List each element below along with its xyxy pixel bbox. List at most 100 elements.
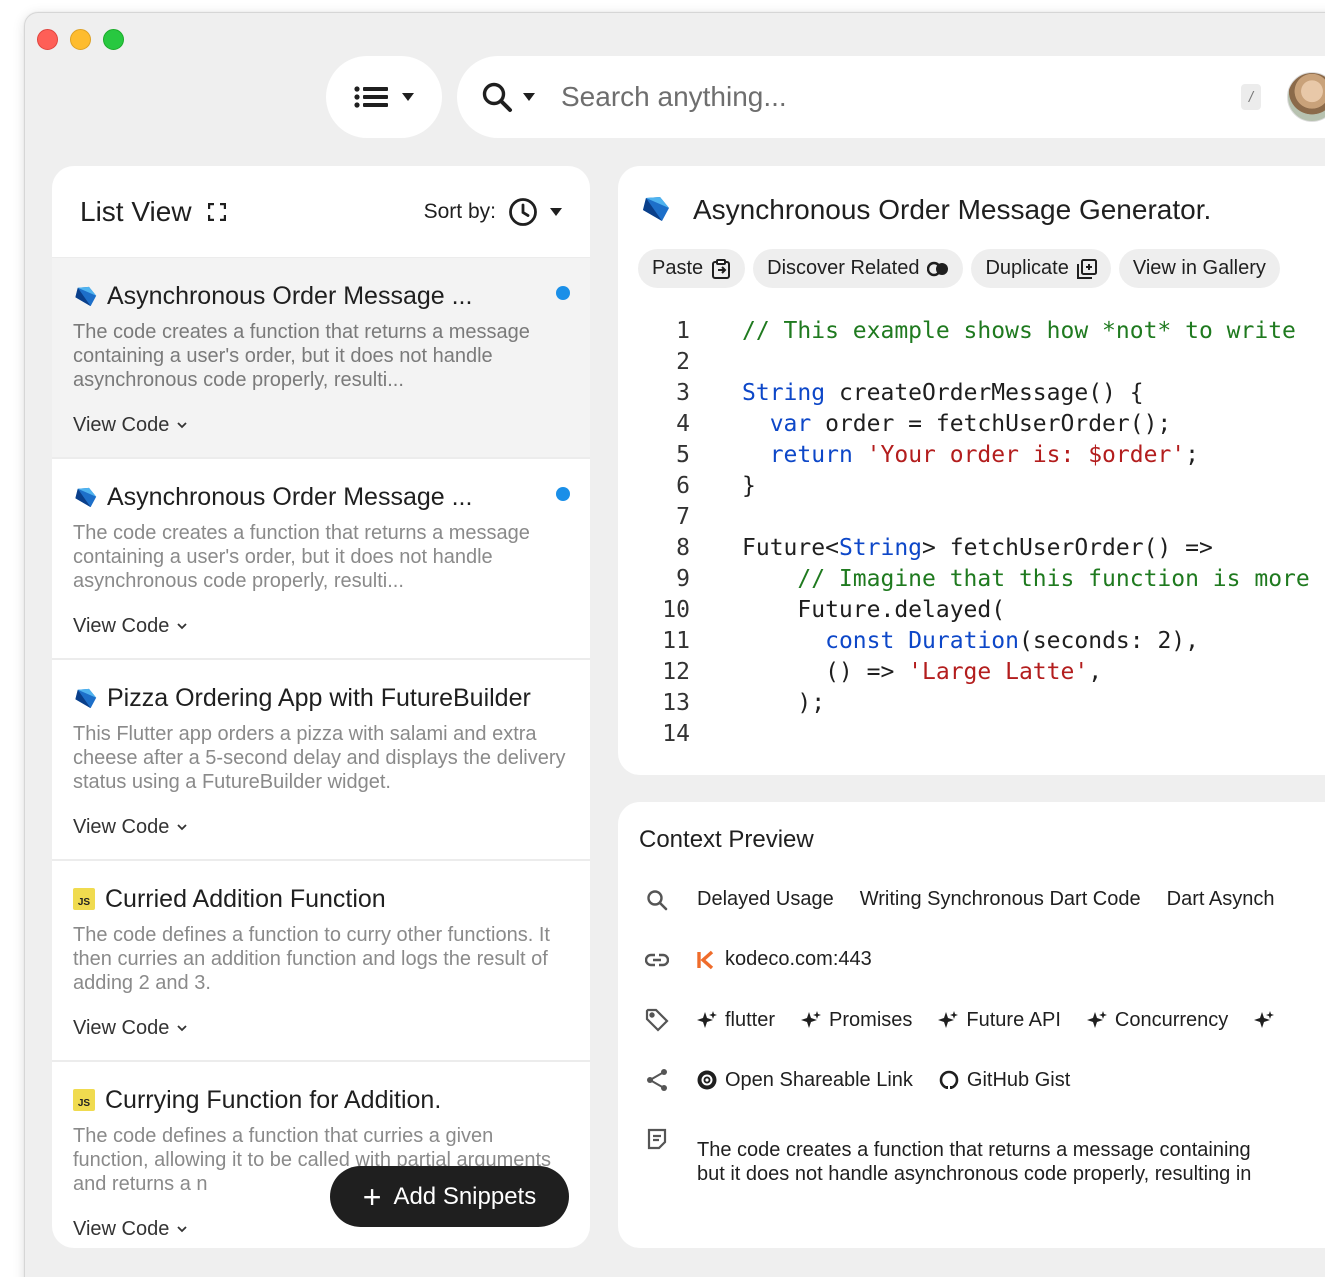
app-window: / List View Sort by: Asynchronous Order … [24,12,1325,1277]
svg-text:JS: JS [78,1098,91,1109]
chevron-down-icon [177,1226,187,1233]
snippet-item-description: The code creates a function that returns… [73,522,530,592]
paste-button[interactable]: Paste [638,249,746,288]
snippet-list-item[interactable]: Pizza Ordering App with FutureBuilder Thi… [52,660,590,861]
sparkle-icon [801,1011,822,1028]
caret-down-icon [402,93,414,101]
dart-logo-icon [73,688,97,709]
search-scope-button[interactable] [481,81,535,113]
unread-indicator [556,487,570,501]
view-mode-toggle[interactable] [326,56,442,138]
snippet-item-description: The code creates a function that returns… [73,321,530,391]
list-title: List View [80,195,192,227]
source-row: kodeco.com:443 [645,948,872,971]
clock-icon [509,197,537,226]
line-number: 13 [662,690,690,716]
tag-chip[interactable]: Future API [938,1009,1061,1032]
sort-control[interactable]: Sort by: [424,197,562,227]
zoom-window-button[interactable] [103,29,124,50]
line-number: 7 [676,504,690,530]
snippet-detail-panel: Asynchronous Order Message Generator. Pa… [618,166,1325,775]
related-search-link[interactable]: Dart Asynch [1167,888,1275,911]
related-searches: Delayed Usage Writing Synchronous Dart Co… [697,888,1274,911]
snippet-list-item[interactable]: Asynchronous Order Message ... The code c… [52,258,590,459]
code-line: 4 var order = fetchUserOrder(); [618,409,1310,440]
code-line: 2 [618,347,1310,378]
line-number: 12 [662,659,690,685]
chevron-down-icon [177,824,187,831]
view-in-gallery-button[interactable]: View in Gallery [1118,249,1280,288]
sparkle-icon [1254,1011,1275,1028]
source-link[interactable]: kodeco.com:443 [725,948,872,971]
link-icon [645,953,669,967]
code-text: // This example shows how *not* to write [742,318,1296,344]
view-code-toggle[interactable]: View Code [73,1017,568,1040]
chevron-down-icon [177,623,187,630]
overlap-circles-icon [927,261,949,276]
add-snippets-button[interactable]: + Add Snippets [330,1166,569,1227]
snippet-list-item[interactable]: Asynchronous Order Message ... The code c… [52,459,590,660]
tag-chip[interactable]: flutter [697,1009,775,1032]
tag-chip[interactable]: Concurrency [1086,1009,1228,1032]
minimize-window-button[interactable] [70,29,91,50]
expand-icon[interactable] [207,202,226,221]
kodeco-logo-icon [697,950,714,969]
line-number: 3 [676,380,690,406]
line-number: 10 [662,597,690,623]
code-line: 9 // Imagine that this function is more [618,564,1310,595]
github-icon [939,1070,959,1090]
list-header: List View Sort by: [52,166,590,258]
related-searches-row: Delayed Usage Writing Synchronous Dart Co… [645,888,1274,911]
open-shareable-link[interactable]: Open Shareable Link [697,1069,913,1092]
code-line: 8 Future<String> fetchUserOrder() => [618,533,1310,564]
tag-icon [645,1008,669,1032]
user-avatar[interactable] [1287,72,1325,122]
share-row: Open Shareable Link GitHub Gist [645,1068,1070,1092]
snippet-list: Asynchronous Order Message ... The code c… [52,258,590,1248]
duplicate-button[interactable]: Duplicate [971,249,1111,288]
code-text: String createOrderMessage() { [742,380,1144,406]
view-code-toggle[interactable]: View Code [73,615,568,638]
github-gist-link[interactable]: GitHub Gist [939,1069,1070,1092]
code-text: () => 'Large Latte', [742,659,1103,685]
code-line: 12 () => 'Large Latte', [618,657,1310,688]
discover-related-button[interactable]: Discover Related [753,249,964,288]
code-line: 14 [618,719,1310,750]
line-number: 14 [662,721,690,747]
close-window-button[interactable] [37,29,58,50]
add-snippets-label: Add Snippets [393,1182,537,1210]
svg-text:JS: JS [78,897,91,908]
line-number: 2 [676,349,690,375]
search-icon [482,82,512,112]
search-input[interactable] [561,81,1181,113]
view-code-toggle[interactable]: View Code [73,816,568,839]
snippet-list-item[interactable]: JS Curried Addition Function The code defi… [52,861,590,1062]
code-block[interactable]: 1 // This example shows how *not* to writ… [618,316,1310,750]
line-number: 6 [676,473,690,499]
code-text: var order = fetchUserOrder(); [769,411,1172,437]
code-text: Future.delayed( [742,597,1006,623]
dart-logo-icon [640,196,670,227]
snippet-item-description: The code defines a function to curry oth… [73,924,550,994]
snippet-item-title: Curried Addition Function [105,884,386,913]
tags-row: flutter Promises Future API Concurrency [645,1008,1275,1032]
dart-logo-icon [73,487,97,508]
tag-chip[interactable]: Promises [801,1009,912,1032]
related-search-link[interactable]: Writing Synchronous Dart Code [860,888,1141,911]
view-code-toggle[interactable]: View Code [73,414,568,437]
snippet-list-panel: List View Sort by: Asynchronous Order Me… [52,166,590,1248]
snippet-actions: Paste Discover Related Duplicate View in… [638,249,1280,288]
code-line: 3 String createOrderMessage() { [618,378,1310,409]
line-number: 9 [676,566,690,592]
context-title: Context Preview [639,826,814,853]
tag-chip-overflow[interactable] [1254,1011,1275,1029]
search-bar: / [457,56,1325,138]
code-text: } [742,473,756,499]
related-search-link[interactable]: Delayed Usage [697,888,834,911]
line-number: 5 [676,442,690,468]
context-description: The code creates a function that returns… [697,1139,1252,1185]
dart-logo-icon [73,286,97,307]
plus-icon: + [362,1178,382,1215]
context-preview-panel: Context Preview Delayed Usage Writing Syn… [618,802,1325,1248]
snippet-title: Asynchronous Order Message Generator. [693,194,1212,225]
